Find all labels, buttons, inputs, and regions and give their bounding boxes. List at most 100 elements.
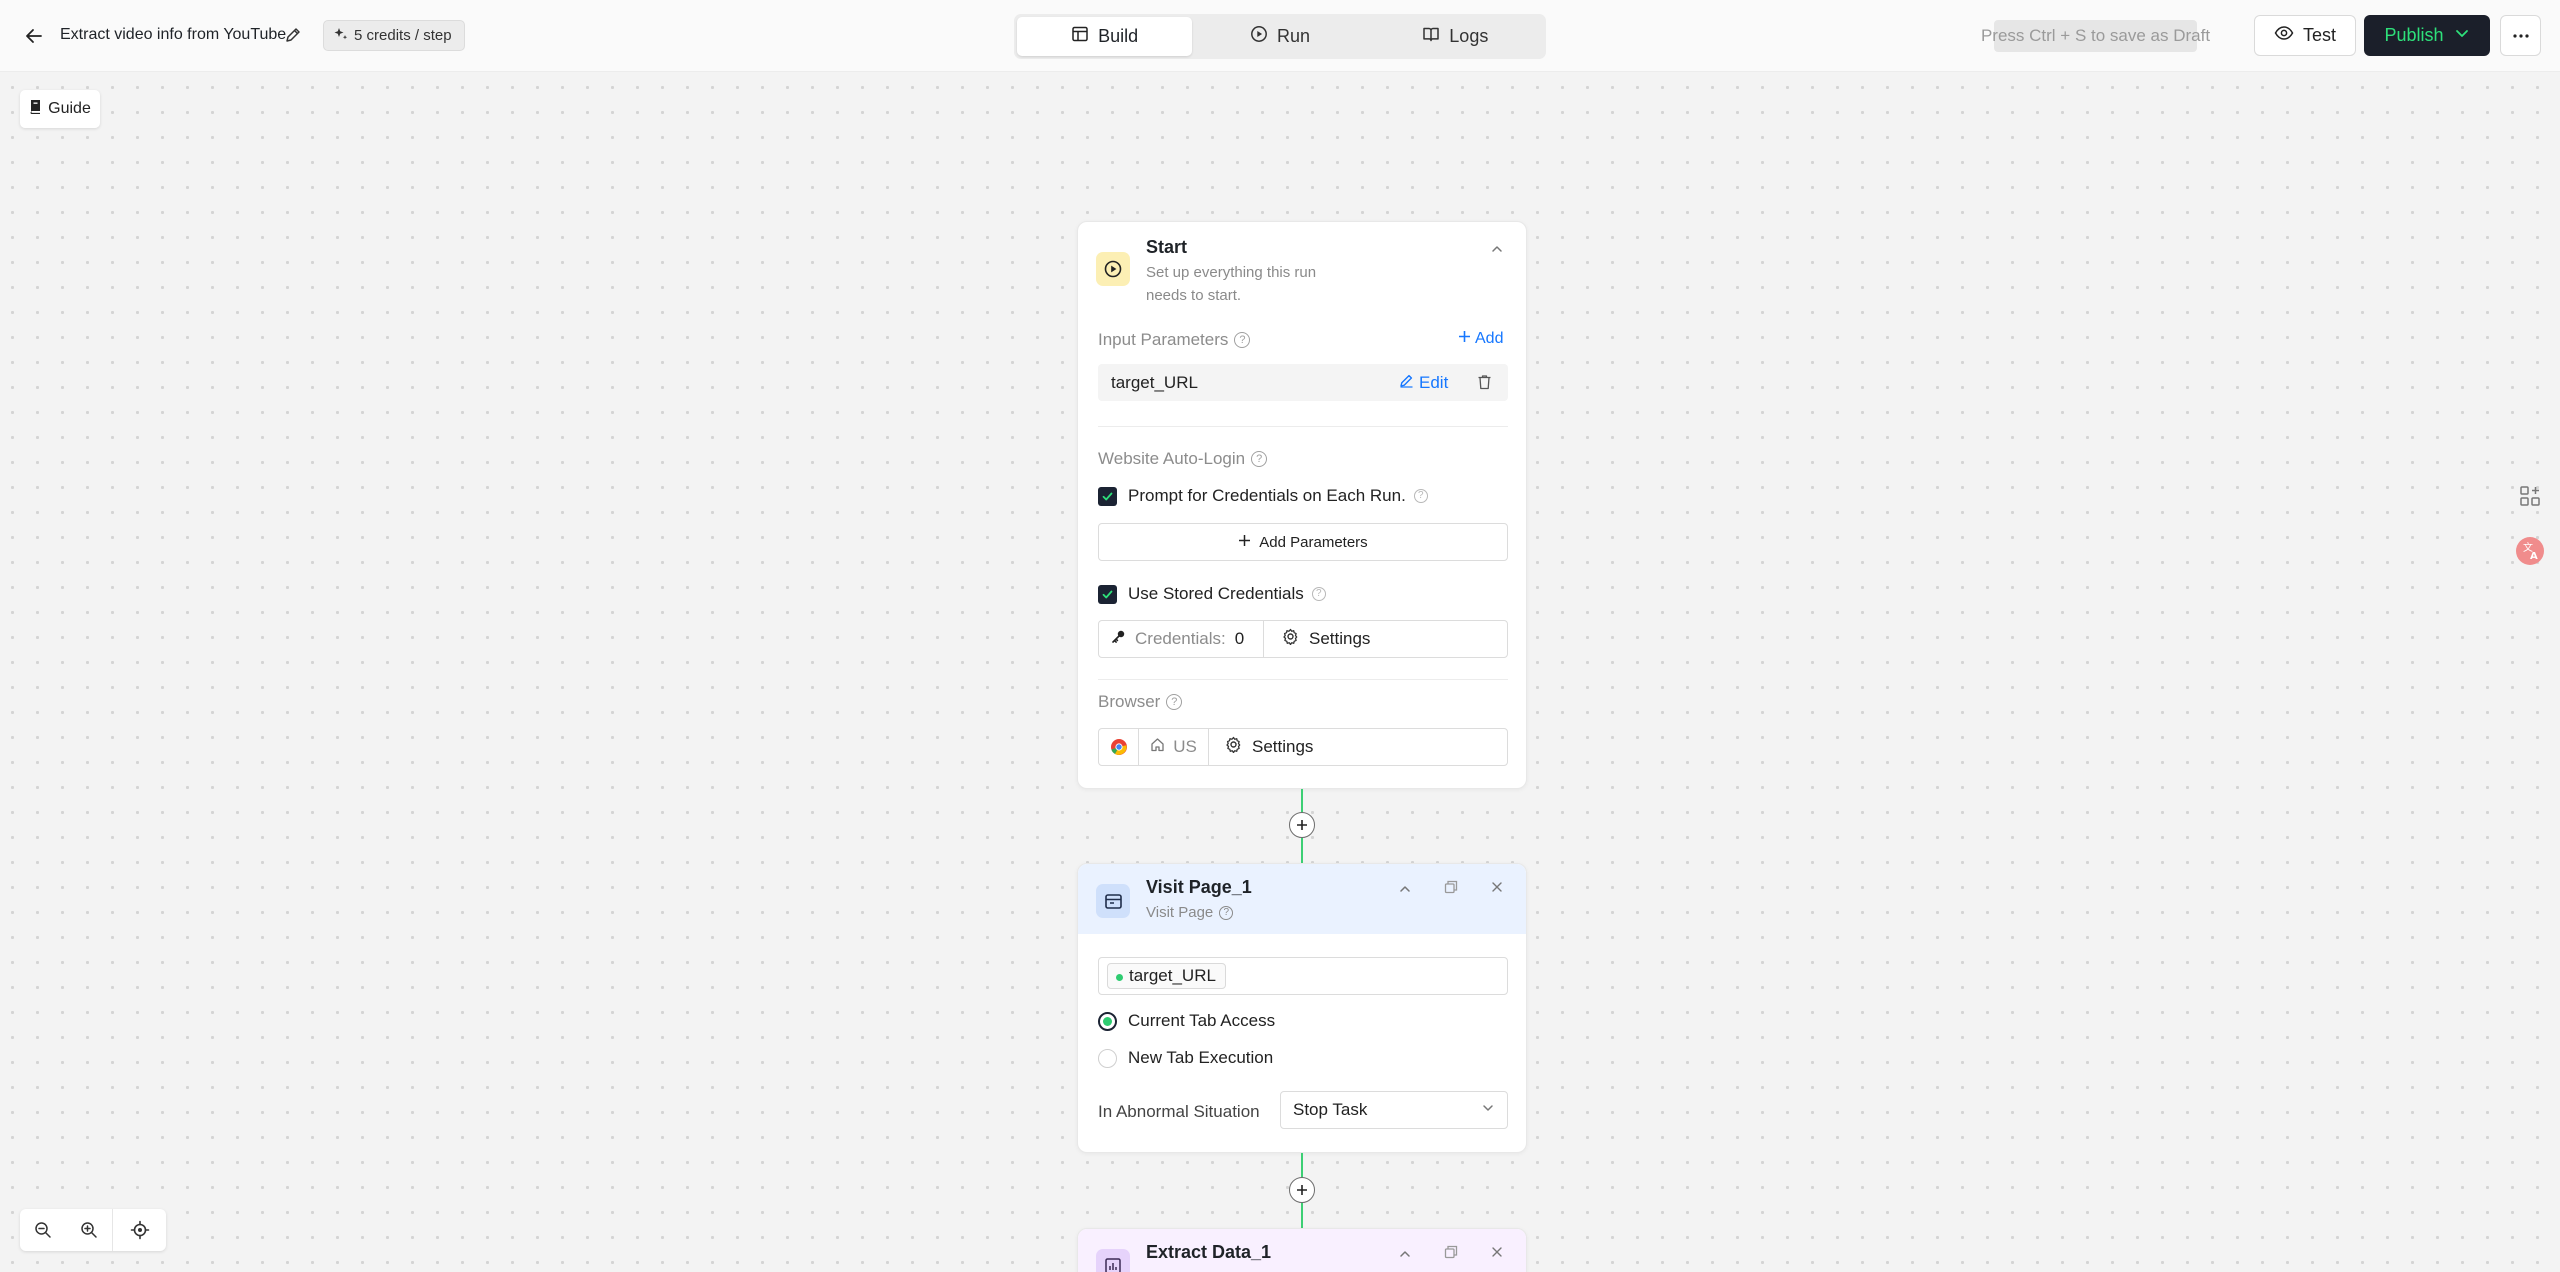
svg-text:A: A (2530, 551, 2538, 562)
new-tab-radio[interactable] (1098, 1049, 1117, 1068)
add-parameters-button[interactable]: Add Parameters (1098, 523, 1508, 561)
parameter-name: target_URL (1111, 373, 1198, 392)
plus-icon (1458, 330, 1471, 348)
add-step-plus-icon[interactable] (1289, 812, 1315, 838)
start-node-subtitle-line2: needs to start. (1146, 287, 1242, 304)
publish-button[interactable]: Publish (2364, 15, 2490, 56)
help-icon[interactable]: ? (1166, 694, 1183, 710)
credentials-label: Credentials: (1135, 629, 1226, 648)
help-icon[interactable]: ? (1234, 332, 1251, 348)
stored-credentials-text: Use Stored Credentials (1128, 584, 1304, 603)
credits-badge: 5 credits / step (323, 20, 465, 51)
guide-button[interactable]: Guide (20, 90, 100, 128)
gear-icon (1225, 736, 1242, 758)
view-tabs: Build Run Logs (1014, 14, 1546, 59)
start-node-card[interactable]: Start Set up everything this run needs t… (1077, 221, 1527, 789)
add-parameters-label: Add Parameters (1259, 533, 1368, 551)
test-label: Test (2302, 25, 2336, 45)
visit-page-subtitle: Visit Page ? (1146, 901, 1234, 924)
browser-settings-button[interactable]: Settings (1209, 729, 1507, 765)
edit-title-pencil-icon[interactable] (282, 24, 304, 46)
close-icon[interactable] (1486, 876, 1508, 898)
current-tab-radio[interactable] (1098, 1012, 1117, 1031)
help-icon[interactable]: ? (1219, 905, 1234, 920)
collapse-chevron-up-icon[interactable] (1486, 238, 1508, 260)
edit-parameter-button[interactable]: Edit (1399, 373, 1448, 393)
add-parameter-button[interactable]: Add (1458, 330, 1503, 348)
chevron-down-icon (2454, 25, 2470, 46)
help-icon[interactable]: ? (1311, 587, 1326, 601)
zoom-out-icon[interactable] (20, 1209, 66, 1251)
credits-label: 5 credits / step (354, 27, 452, 44)
abnormal-situation-select[interactable]: Stop Task (1280, 1091, 1508, 1129)
workflow-title: Extract video info from YouTube (60, 26, 287, 43)
edit-label: Edit (1419, 373, 1449, 392)
chart-icon (1096, 1249, 1130, 1272)
more-options-icon[interactable] (2500, 15, 2541, 56)
browser-row: US Settings (1098, 728, 1508, 766)
extract-data-title: Extract Data_1 (1146, 1242, 1272, 1262)
zoom-in-icon[interactable] (66, 1209, 112, 1251)
tab-label: Logs (1449, 26, 1489, 46)
abnormal-situation-label: In Abnormal Situation (1098, 1102, 1260, 1121)
variable-dot-icon (1116, 974, 1123, 981)
trash-icon[interactable] (1474, 372, 1494, 392)
browser-region-box[interactable]: US (1139, 729, 1209, 765)
prompt-credentials-text: Prompt for Credentials on Each Run. (1128, 486, 1406, 505)
publish-label: Publish (2384, 25, 2444, 45)
test-button[interactable]: Test (2254, 15, 2356, 56)
url-input-field[interactable]: target_URL (1098, 957, 1508, 995)
settings-label: Settings (1309, 629, 1371, 648)
help-icon[interactable]: ? (1413, 489, 1428, 503)
credentials-settings-button[interactable]: Settings (1264, 621, 1507, 657)
credentials-row: Credentials: 0 Settings (1098, 620, 1508, 658)
play-node-icon (1096, 252, 1130, 286)
prompt-credentials-checkbox[interactable] (1098, 487, 1117, 506)
fit-view-crosshair-icon[interactable] (112, 1209, 166, 1251)
add-step-plus-icon[interactable] (1289, 1177, 1315, 1203)
back-arrow-icon[interactable] (20, 22, 48, 50)
auto-login-label: Website Auto-Login ? (1098, 449, 1268, 469)
translate-icon[interactable]: 文A (2510, 531, 2550, 571)
visit-page-node-card[interactable]: Visit Page_1 Visit Page ? target_URL Cur… (1077, 863, 1527, 1153)
zoom-controls (20, 1209, 166, 1251)
guide-label: Guide (48, 100, 91, 117)
input-parameters-label: Input Parameters ? (1098, 330, 1251, 350)
chevron-down-icon (1481, 1100, 1495, 1120)
copy-icon[interactable] (1440, 1241, 1462, 1263)
new-tab-label: New Tab Execution (1128, 1048, 1274, 1067)
tab-logs[interactable]: Logs (1368, 17, 1543, 56)
home-icon (1150, 737, 1165, 757)
auto-login-text: Website Auto-Login (1098, 449, 1246, 468)
extract-data-node-card[interactable]: Extract Data_1 (1077, 1228, 1527, 1272)
collapse-chevron-up-icon[interactable] (1394, 1243, 1416, 1265)
stored-credentials-label: Use Stored Credentials ? (1128, 584, 1326, 604)
apps-grid-icon[interactable] (2510, 476, 2550, 516)
start-node-subtitle-line1: Set up everything this run (1146, 264, 1317, 281)
browser-text: Browser (1098, 692, 1161, 711)
browser-window-icon (1096, 884, 1130, 918)
url-chip-label: target_URL (1129, 966, 1216, 985)
browser-region: US (1173, 737, 1197, 756)
divider (1098, 426, 1508, 427)
start-node-title: Start (1146, 237, 1188, 257)
edit-pencil-icon (1399, 373, 1414, 393)
layout-icon (1071, 25, 1089, 48)
tab-label: Run (1276, 26, 1310, 46)
url-variable-chip[interactable]: target_URL (1107, 963, 1226, 989)
book-icon (1422, 25, 1440, 48)
plus-icon (1238, 534, 1251, 551)
help-icon[interactable]: ? (1251, 451, 1268, 467)
parameter-row: target_URL Edit (1098, 364, 1508, 401)
browser-label: Browser ? (1098, 692, 1183, 712)
divider (1098, 679, 1508, 680)
prompt-credentials-label: Prompt for Credentials on Each Run. ? (1128, 486, 1428, 506)
credentials-count: 0 (1234, 629, 1245, 648)
stored-credentials-checkbox[interactable] (1098, 585, 1117, 604)
tab-build[interactable]: Build (1017, 17, 1193, 56)
close-icon[interactable] (1486, 1241, 1508, 1263)
add-label: Add (1475, 330, 1504, 347)
copy-icon[interactable] (1440, 876, 1462, 898)
tab-run[interactable]: Run (1192, 17, 1367, 56)
collapse-chevron-up-icon[interactable] (1394, 878, 1416, 900)
